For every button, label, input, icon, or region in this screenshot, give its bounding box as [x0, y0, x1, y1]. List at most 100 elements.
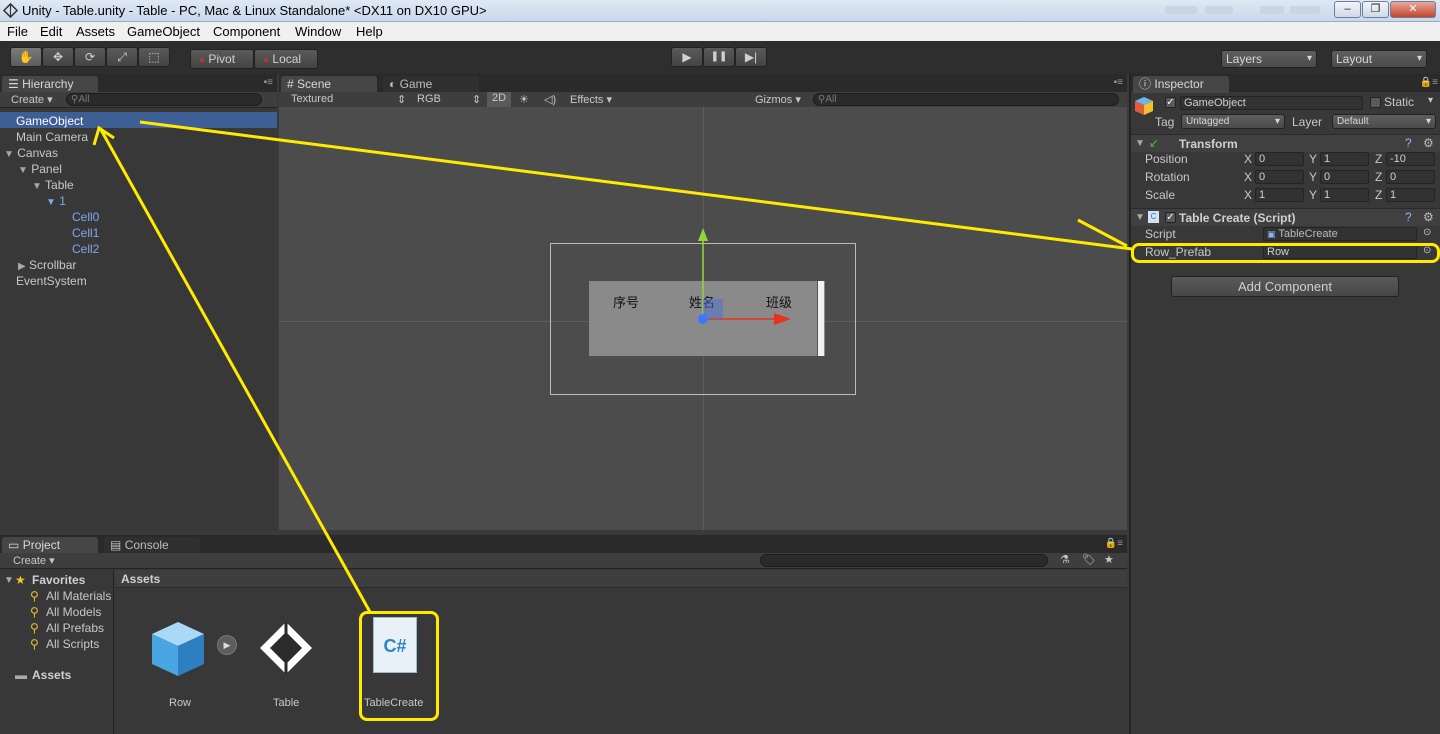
static-dropdown-arrow-icon[interactable]: ▾: [1428, 95, 1433, 106]
restore-button[interactable]: ❐: [1362, 1, 1389, 18]
menu-edit[interactable]: Edit: [40, 24, 62, 39]
hierarchy-item-canvas[interactable]: ▼ Canvas: [4, 146, 58, 160]
project-create-button[interactable]: Create ▾: [13, 554, 55, 567]
tab-console[interactable]: ▤ Console: [104, 537, 200, 554]
rotation-x-field[interactable]: 0: [1255, 170, 1304, 184]
layer-dropdown[interactable]: Default: [1332, 114, 1436, 129]
expand-arrow-icon[interactable]: ▼: [4, 149, 14, 160]
prefab-cube-icon[interactable]: [146, 616, 210, 680]
scale-x-field[interactable]: 1: [1255, 188, 1304, 202]
mode-2d-toggle[interactable]: 2D: [487, 92, 511, 107]
menu-component[interactable]: Component: [213, 24, 280, 39]
minimize-button[interactable]: –: [1334, 1, 1361, 18]
pivot-toggle[interactable]: ● Pivot: [190, 49, 254, 69]
layout-dropdown[interactable]: Layout: [1331, 50, 1427, 68]
scale-z-field[interactable]: 1: [1386, 188, 1435, 202]
help-icon[interactable]: ?: [1405, 210, 1412, 224]
move-tool-button[interactable]: ✥: [42, 47, 74, 67]
audio-toggle-icon[interactable]: ◁): [544, 93, 556, 106]
hierarchy-item-gameobject[interactable]: GameObject: [16, 114, 83, 128]
gameobject-name-field[interactable]: GameObject: [1180, 96, 1363, 110]
hierarchy-item-panel[interactable]: ▼ Panel: [18, 162, 62, 176]
scene-search-input[interactable]: ⚲All: [813, 93, 1119, 106]
scene-view[interactable]: 序号 姓名 班级: [279, 107, 1127, 530]
rect-tool-button[interactable]: ⬚: [138, 47, 170, 67]
favorite-all-models[interactable]: All Models: [46, 605, 101, 619]
play-button[interactable]: ▶: [671, 47, 703, 67]
menu-file[interactable]: File: [7, 24, 28, 39]
script-component-header[interactable]: ▼ C ✓ Table Create (Script) ? ⚙: [1131, 208, 1440, 226]
favorite-star-icon[interactable]: ★: [1104, 553, 1114, 566]
filter-by-type-icon[interactable]: ⚗: [1060, 553, 1070, 566]
object-picker-icon[interactable]: ⊙: [1423, 227, 1431, 238]
assets-folder-label[interactable]: Assets: [32, 668, 71, 682]
position-z-field[interactable]: -10: [1386, 152, 1435, 166]
render-mode-dropdown[interactable]: Textured: [291, 93, 333, 105]
tab-hierarchy[interactable]: ☰ Hierarchy: [2, 76, 98, 93]
hierarchy-item-scrollbar[interactable]: ▶ Scrollbar: [18, 258, 76, 272]
gizmos-dropdown[interactable]: Gizmos ▾: [755, 93, 801, 106]
expand-arrow-icon[interactable]: ▼: [18, 165, 28, 176]
expand-arrow-icon[interactable]: ▼: [46, 197, 56, 208]
menu-assets[interactable]: Assets: [76, 24, 115, 39]
rotation-y-field[interactable]: 0: [1320, 170, 1369, 184]
hierarchy-item-eventsystem[interactable]: EventSystem: [16, 274, 87, 288]
lock-icon[interactable]: 🔒≡: [1420, 77, 1438, 88]
filter-by-label-icon[interactable]: 🏷: [1082, 553, 1096, 566]
gear-icon[interactable]: ⚙: [1423, 210, 1434, 224]
add-component-button[interactable]: Add Component: [1171, 276, 1399, 297]
effects-dropdown[interactable]: Effects ▾: [570, 93, 612, 106]
hierarchy-create-button[interactable]: Create ▾: [11, 93, 53, 106]
foldout-arrow-icon[interactable]: ▼: [1135, 138, 1145, 149]
panel-menu-icon[interactable]: ▪≡: [264, 77, 273, 88]
help-icon[interactable]: ?: [1405, 136, 1412, 150]
close-button[interactable]: ✕: [1390, 1, 1436, 18]
tag-dropdown[interactable]: Untagged: [1181, 114, 1285, 129]
scrollbar-handle[interactable]: [817, 281, 824, 356]
hierarchy-item-table[interactable]: ▼ Table: [32, 178, 74, 192]
expand-prefab-icon[interactable]: ▶: [217, 635, 237, 655]
rotate-tool-button[interactable]: ⟳: [74, 47, 106, 67]
favorite-all-scripts[interactable]: All Scripts: [46, 637, 99, 651]
position-y-field[interactable]: 1: [1320, 152, 1369, 166]
menu-help[interactable]: Help: [356, 24, 383, 39]
lighting-toggle-icon[interactable]: ☀: [519, 93, 529, 106]
foldout-arrow-icon[interactable]: ▼: [1135, 212, 1145, 223]
hierarchy-item-cell1[interactable]: Cell1: [72, 226, 99, 240]
gear-icon[interactable]: ⚙: [1423, 136, 1434, 150]
collapse-arrow-icon[interactable]: ▶: [18, 261, 26, 272]
tab-inspector[interactable]: ⓘ Inspector: [1133, 76, 1229, 93]
favorite-all-materials[interactable]: All Materials: [46, 589, 111, 603]
expand-arrow-icon[interactable]: ▼: [32, 181, 42, 192]
scale-tool-button[interactable]: ⤢: [106, 47, 138, 67]
hierarchy-item-cell2[interactable]: Cell2: [72, 242, 99, 256]
tab-scene[interactable]: # Scene: [281, 76, 377, 93]
hierarchy-item-row-1[interactable]: ▼ 1: [46, 194, 66, 208]
scale-y-field[interactable]: 1: [1320, 188, 1369, 202]
hierarchy-item-main-camera[interactable]: Main Camera: [16, 130, 88, 144]
hand-tool-button[interactable]: ✋: [10, 47, 42, 67]
component-enabled-checkbox[interactable]: ✓: [1165, 212, 1176, 223]
position-x-field[interactable]: 0: [1255, 152, 1304, 166]
local-toggle[interactable]: ● Local: [254, 49, 318, 69]
color-mode-dropdown[interactable]: RGB: [417, 93, 441, 105]
menu-gameobject[interactable]: GameObject: [127, 24, 200, 39]
active-checkbox[interactable]: ✓: [1165, 97, 1176, 108]
unity-scene-icon[interactable]: [256, 618, 316, 678]
rotation-z-field[interactable]: 0: [1386, 170, 1435, 184]
menu-window[interactable]: Window: [295, 24, 341, 39]
panel-menu-icon[interactable]: ▪≡: [1114, 77, 1123, 88]
hierarchy-item-cell0[interactable]: Cell0: [72, 210, 99, 224]
favorite-all-prefabs[interactable]: All Prefabs: [46, 621, 104, 635]
transform-header[interactable]: ▼ ↙ Transform ? ⚙: [1131, 134, 1440, 152]
move-gizmo-icon[interactable]: [679, 222, 809, 332]
tab-game[interactable]: ◐ Game: [383, 76, 479, 93]
static-checkbox[interactable]: [1370, 97, 1381, 108]
step-button[interactable]: ▶|: [735, 47, 767, 67]
project-search-input[interactable]: [760, 554, 1048, 567]
hierarchy-search-input[interactable]: ⚲All: [66, 93, 262, 106]
lock-icon[interactable]: 🔒≡: [1105, 538, 1123, 549]
tab-project[interactable]: ▭ Project: [2, 537, 98, 554]
pause-button[interactable]: ❚❚: [703, 47, 735, 67]
layers-dropdown[interactable]: Layers: [1221, 50, 1317, 68]
